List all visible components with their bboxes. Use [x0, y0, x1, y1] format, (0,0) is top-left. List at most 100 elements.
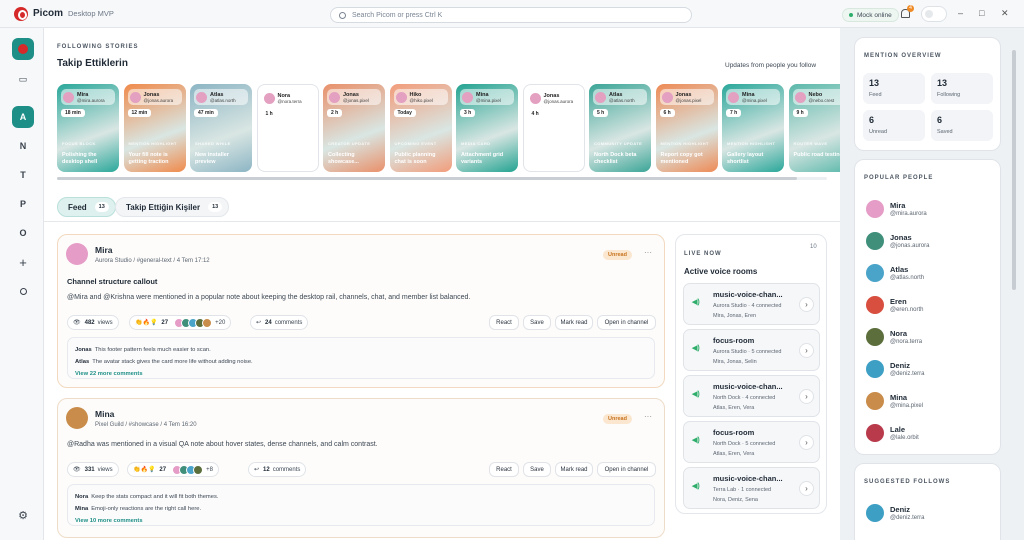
- story-card[interactable]: Jonas @jonas.aurora 4 h: [522, 84, 585, 172]
- story-author-handle: @hiko.pixel: [409, 97, 433, 103]
- stat-label: Unread: [869, 129, 888, 135]
- search-placeholder: Search Picom or press Ctrl K: [352, 11, 443, 19]
- server-t[interactable]: T: [12, 164, 34, 186]
- story-card[interactable]: Mina @mina.pixel 7 h MENTION HIGHLIGHT Galle…: [722, 84, 784, 172]
- chevron-right-icon[interactable]: ›: [799, 297, 814, 312]
- comments-label: comments: [272, 466, 301, 473]
- story-caption: Your fill note is getting traction: [128, 152, 169, 165]
- voice-room[interactable]: ◀) music-voice-chan... Aurora Studio · 4 c…: [683, 283, 820, 325]
- story-time: 9 h: [792, 109, 808, 117]
- story-card[interactable]: Atlas @atlas.north 47 min SHARED WHILE New i…: [190, 84, 252, 172]
- feed-post[interactable]: Mina Pixel Guild / #showcase / 4 Tem 16:…: [57, 398, 665, 538]
- story-author-handle: @jonas.pixel: [343, 97, 369, 103]
- chevron-right-icon[interactable]: ›: [799, 481, 814, 496]
- add-server-button[interactable]: +: [12, 251, 34, 273]
- voice-room[interactable]: ◀) music-voice-chan... Terra Lab · 1 conne…: [683, 467, 820, 509]
- story-card[interactable]: Jonas @jonas.pixel 2 h CREATOR UPDATE Collec…: [323, 84, 385, 172]
- popular-person[interactable]: Eren @eren.north: [866, 294, 923, 316]
- feed-post[interactable]: Mira Aurora Studio / #general-text / 4 T…: [57, 234, 665, 388]
- post-meta: Aurora Studio / #general-text / 4 Tem 17…: [95, 258, 210, 264]
- voice-room[interactable]: ◀) focus-room North Dock · 5 connected Atla…: [683, 421, 820, 463]
- save-button[interactable]: Save: [523, 462, 551, 477]
- voice-icon: ◀): [692, 345, 700, 352]
- tab-feed[interactable]: Feed 13: [57, 197, 116, 217]
- theme-toggle[interactable]: [921, 6, 947, 22]
- room-name: music-voice-chan...: [713, 474, 783, 483]
- comments-chip[interactable]: ↩ 12 comments: [248, 462, 307, 477]
- more-options-icon[interactable]: ···: [644, 412, 652, 421]
- post-author[interactable]: Mina: [95, 409, 114, 419]
- server-n[interactable]: N: [12, 135, 34, 157]
- open-in-channel-button[interactable]: Open in channel: [597, 315, 656, 330]
- view-more-comments-link[interactable]: View 22 more comments: [75, 368, 647, 380]
- close-button[interactable]: ✕: [1001, 8, 1009, 19]
- maximize-button[interactable]: □: [979, 8, 984, 18]
- server-p[interactable]: P: [12, 193, 34, 215]
- avatar[interactable]: [66, 407, 88, 429]
- reaction-count: 27: [161, 319, 169, 326]
- reactions-chip[interactable]: 👏🔥💡 27 +8: [127, 462, 219, 477]
- popular-person[interactable]: Deniz @deniz.terra: [866, 358, 924, 380]
- suggested-label: SUGGESTED FOLLOWS: [864, 479, 951, 485]
- open-in-channel-button[interactable]: Open in channel: [597, 462, 656, 477]
- story-card[interactable]: Nebo @nebo.crest 9 h ROUTER WAVE Public road…: [788, 84, 840, 172]
- tab-feed-label: Feed: [68, 202, 87, 212]
- more-options-icon[interactable]: ···: [644, 248, 652, 257]
- room-people: Atlas, Eren, Vera: [713, 405, 755, 411]
- chevron-right-icon[interactable]: ›: [799, 343, 814, 358]
- story-card[interactable]: Mira @mira.aurora 18 min FOCUS BLOCK Polishi…: [57, 84, 119, 172]
- mark-read-button[interactable]: Mark read: [555, 315, 593, 330]
- settings-gear-icon[interactable]: ⚙: [12, 504, 34, 526]
- search-input[interactable]: Search Picom or press Ctrl K: [330, 7, 692, 23]
- story-card[interactable]: Mina @mina.pixel 3 h MEDIA CARD Attachment g…: [456, 84, 518, 172]
- stories-scrollbar[interactable]: [57, 177, 827, 180]
- story-caption: Report copy got mentioned: [660, 152, 703, 165]
- popular-person[interactable]: Mina @mina.pixel: [866, 390, 923, 412]
- popular-person[interactable]: Jonas @jonas.aurora: [866, 230, 929, 252]
- stat-unread: 6 Unread: [863, 110, 925, 141]
- popular-person[interactable]: Lale @lale.orbit: [866, 422, 919, 444]
- server-a[interactable]: A: [12, 106, 34, 128]
- chevron-right-icon[interactable]: ›: [799, 435, 814, 450]
- story-card[interactable]: Jonas @jonas.aurora 12 min MENTION HIGHLIGH…: [123, 84, 186, 172]
- story-card[interactable]: Nora @nora.terra 1 h: [256, 84, 319, 172]
- reply-icon: ↩: [254, 467, 260, 473]
- react-button[interactable]: React: [489, 462, 519, 477]
- save-button[interactable]: Save: [523, 315, 551, 330]
- stat-label: Following: [937, 92, 961, 98]
- story-card[interactable]: Atlas @atlas.north 5 h COMMUNITY UPDATE Nort…: [589, 84, 651, 172]
- suggested-person[interactable]: Deniz @deniz.terra: [866, 502, 924, 524]
- voice-room[interactable]: ◀) focus-room Aurora Studio · 5 connected M…: [683, 329, 820, 371]
- minimize-button[interactable]: –: [958, 8, 963, 18]
- reactions-chip[interactable]: 👏🔥💡 27 +20: [129, 315, 232, 330]
- search-rail-icon[interactable]: [12, 280, 34, 302]
- react-button[interactable]: React: [489, 315, 519, 330]
- comment-author: Jonas: [75, 347, 92, 353]
- story-tag: FOCUS BLOCK: [62, 141, 96, 146]
- tab-following[interactable]: Takip Ettiğin Kişiler 13: [115, 197, 230, 217]
- comments-chip[interactable]: ↩ 24 comments: [250, 315, 309, 330]
- reaction-emoji-icons: 👏🔥💡: [135, 320, 158, 326]
- comment: Nora Keep the stats compact and it will f…: [75, 491, 647, 503]
- voice-room[interactable]: ◀) music-voice-chan... North Dock · 4 conn…: [683, 375, 820, 417]
- avatar[interactable]: [66, 243, 88, 265]
- popular-person[interactable]: Mira @mira.aurora: [866, 198, 927, 220]
- server-rail: ▭ A N T P O + ⚙: [0, 28, 44, 540]
- mention-overview-panel: MENTION OVERVIEW 13 Feed 13 Following 6 Unr…: [854, 37, 1001, 151]
- story-card[interactable]: Jonas @jonas.pixel 6 h MENTION HIGHLIGHT Rep…: [655, 84, 718, 172]
- popular-person[interactable]: Atlas @atlas.north: [866, 262, 924, 284]
- bell-icon[interactable]: 4: [901, 5, 914, 18]
- chevron-right-icon[interactable]: ›: [799, 389, 814, 404]
- view-more-comments-link[interactable]: View 10 more comments: [75, 515, 647, 527]
- inbox-icon[interactable]: ▭: [12, 68, 34, 90]
- story-author: Nora @nora.terra: [261, 90, 316, 106]
- home-logo-button[interactable]: [12, 38, 34, 60]
- post-author[interactable]: Mira: [95, 245, 112, 255]
- popular-person[interactable]: Nora @nora.terra: [866, 326, 922, 348]
- avatar: [866, 328, 884, 346]
- story-author: Atlas @atlas.north: [194, 89, 248, 105]
- server-o[interactable]: O: [12, 222, 34, 244]
- mark-read-button[interactable]: Mark read: [555, 462, 593, 477]
- story-card[interactable]: Hiko @hiko.pixel Today UPCOMING EVENT Public…: [389, 84, 452, 172]
- right-scrollbar[interactable]: [1012, 36, 1017, 540]
